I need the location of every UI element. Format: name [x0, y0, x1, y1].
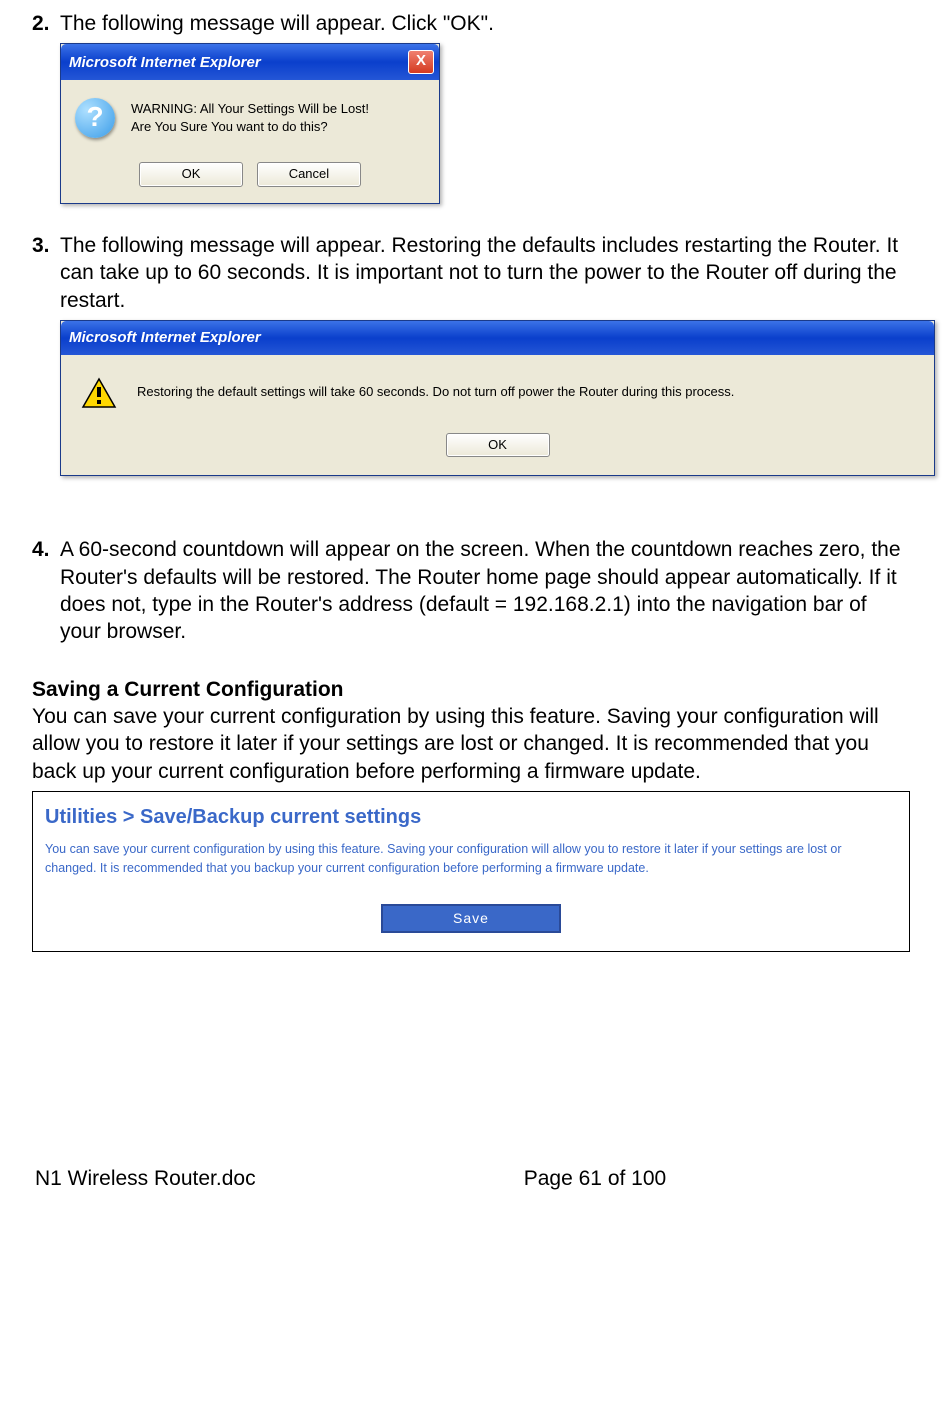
step-3-text: The following message will appear. Resto…: [60, 232, 911, 314]
warning-icon: [81, 377, 117, 409]
step-2-number: 2.: [32, 10, 60, 37]
dialog1-titlebar: Microsoft Internet Explorer X: [61, 44, 439, 80]
utilities-description: You can save your current configuration …: [43, 840, 899, 904]
utilities-save-backup-panel: Utilities > Save/Backup current settings…: [32, 791, 910, 952]
close-icon[interactable]: X: [408, 50, 434, 74]
step-2-text: The following message will appear. Click…: [60, 10, 911, 37]
question-icon: ?: [75, 98, 115, 138]
saving-config-heading: Saving a Current Configuration: [32, 676, 911, 703]
dialog1-message: WARNING: All Your Settings Will be Lost!…: [131, 100, 369, 136]
utilities-title: Utilities > Save/Backup current settings: [43, 800, 899, 840]
dialog2-titlebar: Microsoft Internet Explorer: [61, 321, 934, 355]
save-button[interactable]: Save: [381, 904, 561, 932]
ok-button[interactable]: OK: [139, 162, 243, 187]
cancel-button[interactable]: Cancel: [257, 162, 361, 187]
dialog-confirm-settings-lost: Microsoft Internet Explorer X ? WARNING:…: [60, 43, 440, 204]
dialog1-title: Microsoft Internet Explorer: [69, 53, 261, 73]
ok-button[interactable]: OK: [446, 433, 550, 458]
dialog-restoring-defaults: Microsoft Internet Explorer Restoring th…: [60, 320, 935, 476]
footer-page-number: Page 61 of 100: [420, 1164, 909, 1193]
saving-config-body: You can save your current configuration …: [32, 703, 911, 785]
step-4-text: A 60-second countdown will appear on the…: [60, 536, 911, 645]
step-3-number: 3.: [32, 232, 60, 314]
dialog2-message: Restoring the default settings will take…: [137, 384, 734, 401]
footer-doc-name: N1 Wireless Router.doc: [34, 1164, 418, 1193]
dialog2-title: Microsoft Internet Explorer: [69, 329, 261, 346]
step-4-number: 4.: [32, 536, 60, 645]
